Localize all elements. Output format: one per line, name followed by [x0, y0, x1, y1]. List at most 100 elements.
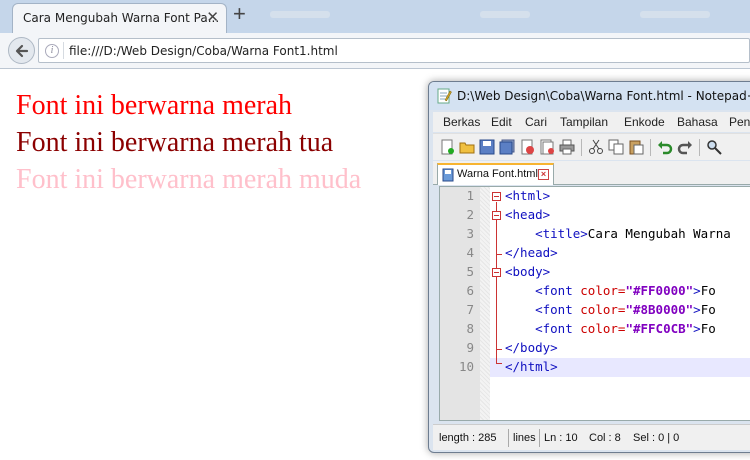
notepad-app-icon — [437, 88, 452, 104]
site-info-icon[interactable]: i — [45, 44, 59, 58]
code-line-10: </html> — [505, 359, 558, 374]
copy-icon[interactable] — [608, 139, 624, 155]
head-close-tag: </head> — [505, 245, 558, 260]
color-attribute: color= — [580, 321, 626, 336]
body-open-tag: <body> — [505, 264, 551, 279]
print-icon[interactable] — [559, 139, 575, 155]
color-value: "#8B0000" — [625, 302, 694, 317]
tag-bracket: > — [693, 283, 701, 298]
menu-edit[interactable]: Edit — [491, 115, 512, 129]
fold-collapse-icon[interactable] — [492, 192, 501, 201]
line-number: 3 — [466, 226, 474, 241]
save-icon[interactable] — [479, 139, 495, 155]
color-value: "#FF0000" — [625, 283, 694, 298]
status-separator — [539, 429, 540, 447]
fold-end-marker — [496, 363, 502, 364]
code-line-3: <title>Cara Mengubah Warna — [505, 226, 731, 241]
line-number: 8 — [466, 321, 474, 336]
tag-bracket: > — [693, 302, 701, 317]
code-line-8: <font color="#FFC0CB">Fo — [505, 321, 716, 336]
back-arrow-icon — [15, 44, 29, 58]
line-number: 6 — [466, 283, 474, 298]
line-number: 9 — [466, 340, 474, 355]
status-lines: lines — [513, 432, 536, 444]
fold-margin — [480, 187, 490, 420]
window-title: D:\Web Design\Coba\Warna Font.html - Not… — [457, 89, 750, 103]
address-separator — [63, 42, 64, 59]
fold-end-marker — [496, 254, 502, 255]
fold-collapse-icon[interactable] — [492, 211, 501, 220]
toolbar — [433, 133, 750, 160]
close-tab-icon[interactable]: ✕ — [206, 10, 219, 25]
fold-line — [496, 202, 497, 363]
line-number: 4 — [466, 245, 474, 260]
font-text: Fo — [700, 321, 716, 336]
code-editor[interactable]: 1 2 3 4 5 6 7 8 9 10 <html> <head> <titl… — [439, 186, 750, 421]
font-text: Fo — [700, 302, 716, 317]
fold-collapse-icon[interactable] — [492, 268, 501, 277]
status-line-number: Ln : 10 — [544, 432, 578, 444]
dark-red-font-line: Font ini berwarna merah tua — [16, 127, 334, 158]
new-file-icon[interactable] — [439, 139, 455, 155]
find-icon[interactable] — [706, 139, 722, 155]
red-font-line: Font ini berwarna merah — [16, 90, 293, 121]
new-tab-button[interactable]: + — [233, 3, 246, 25]
line-number: 5 — [466, 264, 474, 279]
menu-pengaturan[interactable]: Peng — [729, 115, 750, 129]
undo-icon[interactable] — [657, 139, 673, 155]
status-length: length : 285 — [439, 432, 497, 444]
font-text: Fo — [700, 283, 716, 298]
line-number: 7 — [466, 302, 474, 317]
pink-font-line: Font ini berwarna merah muda — [16, 164, 362, 195]
address-bar[interactable]: i file:///D:/Web Design/Coba/Warna Font1… — [38, 38, 750, 63]
file-saved-icon — [442, 168, 454, 182]
html-close-tag: </html> — [505, 359, 558, 374]
paste-icon[interactable] — [628, 139, 644, 155]
browser-tab-title: Cara Mengubah Warna Font Pa... — [23, 11, 220, 25]
status-bar: length : 285 lines Ln : 10 Col : 8 Sel :… — [433, 424, 750, 450]
window-title-bar: D:\Web Design\Coba\Warna Font.html - Not… — [429, 82, 750, 110]
close-document-icon[interactable]: × — [538, 169, 549, 180]
code-line-7: <font color="#8B0000">Fo — [505, 302, 716, 317]
status-column: Col : 8 — [589, 432, 621, 444]
menu-bar: Berkas Edit Cari Tampilan Enkode Bahasa … — [433, 112, 750, 132]
back-button[interactable] — [8, 37, 35, 64]
toolbar-separator — [699, 139, 700, 156]
menu-enkode[interactable]: Enkode — [624, 115, 665, 129]
close-file-icon[interactable] — [519, 139, 535, 155]
document-tab-label: Warna Font.html — [457, 168, 538, 180]
browser-tab-strip: Cara Mengubah Warna Font Pa... ✕ + — [0, 0, 750, 33]
code-line-4: </head> — [505, 245, 558, 260]
color-attribute: color= — [580, 302, 626, 317]
document-tab[interactable]: Warna Font.html × — [437, 163, 554, 185]
url-text[interactable]: file:///D:/Web Design/Coba/Warna Font1.h… — [69, 44, 338, 58]
notepad-plus-plus-window: D:\Web Design\Coba\Warna Font.html - Not… — [428, 81, 750, 453]
title-text: Cara Mengubah Warna — [587, 226, 731, 241]
blurred-tab-placeholder — [270, 11, 330, 18]
cut-icon[interactable] — [588, 139, 604, 155]
html-open-tag: <html> — [505, 188, 551, 203]
line-number: 1 — [466, 188, 474, 203]
browser-tab[interactable]: Cara Mengubah Warna Font Pa... ✕ — [12, 3, 227, 33]
body-close-tag: </body> — [505, 340, 558, 355]
code-line-9: </body> — [505, 340, 558, 355]
font-open-tag: <font — [535, 321, 573, 336]
status-separator — [508, 429, 509, 447]
menu-bahasa[interactable]: Bahasa — [677, 115, 718, 129]
title-open-tag: <title> — [535, 226, 588, 241]
menu-tampilan[interactable]: Tampilan — [560, 115, 608, 129]
code-line-5: <body> — [505, 264, 550, 279]
browser-nav-bar: i file:///D:/Web Design/Coba/Warna Font1… — [0, 33, 750, 69]
head-open-tag: <head> — [505, 207, 551, 222]
close-all-icon[interactable] — [539, 139, 555, 155]
toolbar-separator — [650, 139, 651, 156]
status-selection: Sel : 0 | 0 — [633, 432, 680, 444]
redo-icon[interactable] — [677, 139, 693, 155]
toolbar-separator — [581, 139, 582, 156]
blurred-tab-placeholder — [640, 11, 710, 18]
save-all-icon[interactable] — [499, 139, 515, 155]
open-file-icon[interactable] — [459, 139, 475, 155]
menu-cari[interactable]: Cari — [525, 115, 547, 129]
line-number: 2 — [466, 207, 474, 222]
menu-berkas[interactable]: Berkas — [443, 115, 480, 129]
